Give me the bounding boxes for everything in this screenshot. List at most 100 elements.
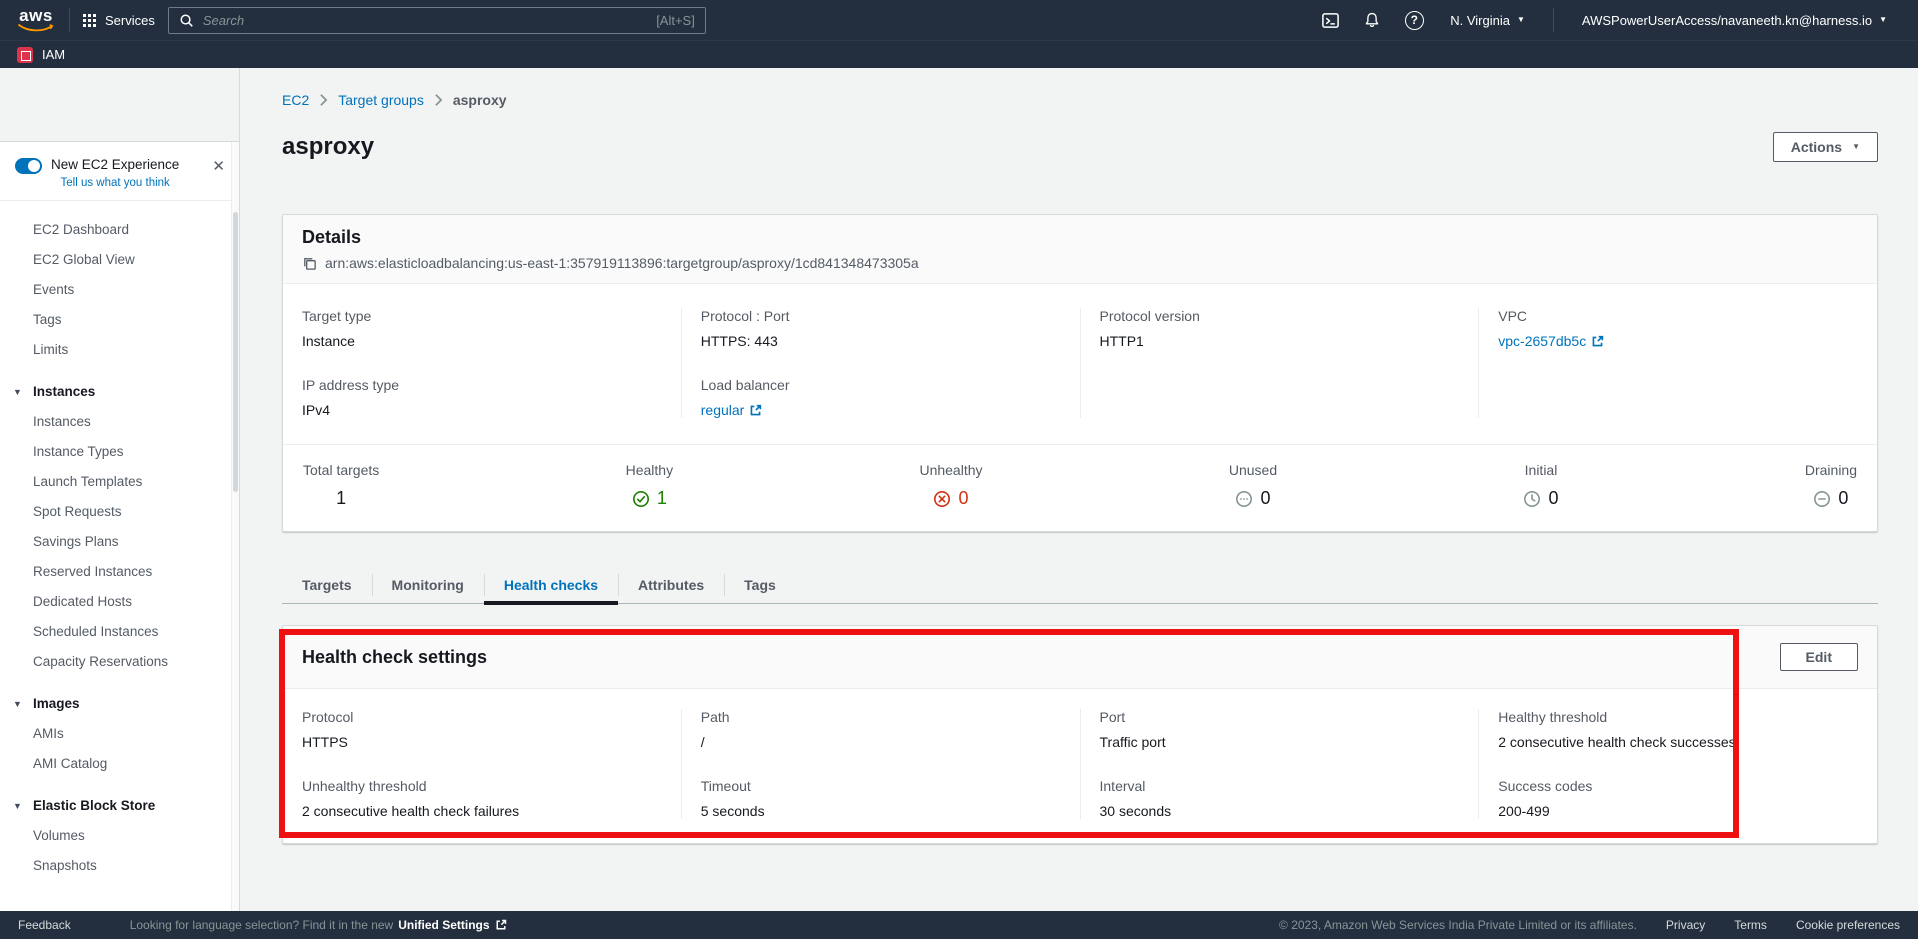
actions-button[interactable]: Actions ▼ (1773, 132, 1878, 162)
sidebar-item-dedicated-hosts[interactable]: Dedicated Hosts (0, 587, 239, 617)
hc-interval-value: 30 seconds (1100, 803, 1460, 819)
field-label: Path (701, 709, 1061, 725)
account-label: AWSPowerUserAccess/navaneeth.kn@harness.… (1582, 13, 1872, 28)
copyright-text: © 2023, Amazon Web Services India Privat… (1279, 918, 1637, 932)
health-check-settings-card: Health check settings Edit ProtocolHTTPS… (282, 625, 1878, 844)
tab-health-checks[interactable]: Health checks (484, 567, 618, 603)
ip-address-type-value: IPv4 (302, 402, 662, 418)
console-footer: Feedback Looking for language selection?… (0, 911, 1918, 939)
hc-timeout-value: 5 seconds (701, 803, 1061, 819)
stat-total-targets: Total targets 1 (303, 462, 379, 509)
sidebar-item-limits[interactable]: Limits (0, 335, 239, 365)
sidebar-section-elastic-block-store[interactable]: ▼Elastic Block Store (0, 791, 239, 821)
sidebar-nav: EC2 Dashboard EC2 Global View Events Tag… (0, 201, 239, 881)
sidebar-item-volumes[interactable]: Volumes (0, 821, 239, 851)
cookie-preferences-link[interactable]: Cookie preferences (1796, 918, 1900, 932)
services-menu-button[interactable]: Services (83, 13, 155, 28)
target-group-arn: arn:aws:elasticloadbalancing:us-east-1:3… (325, 255, 919, 271)
sidebar-item-ec2-global-view[interactable]: EC2 Global View (0, 245, 239, 275)
terms-link[interactable]: Terms (1734, 918, 1767, 932)
tab-targets[interactable]: Targets (282, 567, 372, 603)
sidebar-item-launch-templates[interactable]: Launch Templates (0, 467, 239, 497)
hc-protocol-value: HTTPS (302, 734, 662, 750)
vpc-link[interactable]: vpc-2657db5c (1498, 333, 1604, 349)
tab-monitoring[interactable]: Monitoring (372, 567, 484, 603)
sidebar-section-images[interactable]: ▼Images (0, 689, 239, 719)
details-grid: Target typeInstance IP address typeIPv4 … (283, 284, 1877, 444)
protocol-version-value: HTTP1 (1100, 333, 1460, 349)
search-input[interactable] (203, 13, 647, 28)
account-menu[interactable]: AWSPowerUserAccess/navaneeth.kn@harness.… (1567, 13, 1902, 28)
divider (1553, 8, 1554, 32)
cloudshell-button[interactable] (1309, 11, 1351, 30)
external-link-icon (749, 404, 762, 417)
sidebar-item-ec2-dashboard[interactable]: EC2 Dashboard (0, 215, 239, 245)
notifications-button[interactable] (1351, 11, 1393, 29)
aws-logo-text: aws (16, 8, 56, 24)
breadcrumb-current: asproxy (453, 92, 507, 108)
unified-settings-link[interactable]: Unified Settings (398, 918, 506, 932)
feedback-link[interactable]: Tell us what you think (51, 177, 179, 189)
close-icon[interactable]: ✕ (212, 159, 225, 174)
tab-attributes[interactable]: Attributes (618, 567, 724, 603)
hc-port-value: Traffic port (1100, 734, 1460, 750)
global-search-box[interactable]: [Alt+S] (168, 7, 706, 34)
breadcrumb-ec2[interactable]: EC2 (282, 92, 309, 108)
chevron-down-icon: ▼ (1852, 143, 1860, 151)
divider (69, 8, 70, 32)
stat-unhealthy: Unhealthy 0 (919, 462, 982, 509)
feedback-button[interactable]: Feedback (18, 918, 71, 932)
field-label: Success codes (1498, 778, 1858, 794)
tab-tags[interactable]: Tags (724, 567, 796, 603)
stat-draining: Draining 0 (1805, 462, 1857, 509)
hc-unhealthy-threshold-value: 2 consecutive health check failures (302, 803, 662, 819)
sidebar-section-instances[interactable]: ▼Instances (0, 377, 239, 407)
sidebar-item-instances[interactable]: Instances (0, 407, 239, 437)
stat-unused: Unused 0 (1229, 462, 1277, 509)
region-selector[interactable]: N. Virginia ▼ (1435, 13, 1540, 28)
sidebar-item-savings-plans[interactable]: Savings Plans (0, 527, 239, 557)
sidebar-item-reserved-instances[interactable]: Reserved Instances (0, 557, 239, 587)
sidebar-item-events[interactable]: Events (0, 275, 239, 305)
check-circle-icon (632, 490, 650, 508)
new-experience-toggle[interactable] (15, 158, 42, 174)
edit-button[interactable]: Edit (1780, 643, 1858, 671)
sidebar-scrollbar[interactable] (231, 142, 239, 911)
sidebar-item-spot-requests[interactable]: Spot Requests (0, 497, 239, 527)
external-link-icon (495, 919, 507, 931)
field-label: Protocol version (1100, 308, 1460, 324)
health-check-heading: Health check settings (302, 647, 487, 668)
sidebar-item-scheduled-instances[interactable]: Scheduled Instances (0, 617, 239, 647)
field-label: VPC (1498, 308, 1858, 324)
sidebar-item-amis[interactable]: AMIs (0, 719, 239, 749)
load-balancer-link[interactable]: regular (701, 402, 763, 418)
favorites-bar: IAM (0, 40, 1918, 68)
x-circle-icon (933, 490, 951, 508)
copy-icon[interactable] (302, 256, 317, 271)
sidebar-item-tags[interactable]: Tags (0, 305, 239, 335)
bell-icon (1363, 11, 1381, 29)
field-label: Load balancer (701, 377, 1061, 393)
hc-healthy-threshold-value: 2 consecutive health check successes (1498, 734, 1858, 750)
clock-circle-icon (1523, 490, 1541, 508)
help-button[interactable]: ? (1393, 11, 1435, 30)
protocol-port-value: HTTPS: 443 (701, 333, 1061, 349)
top-navigation-bar: aws Services [Alt+S] ? N. Virginia (0, 0, 1918, 68)
aws-logo[interactable]: aws (16, 8, 56, 32)
cloudshell-terminal-icon (1321, 11, 1340, 30)
breadcrumb-target-groups[interactable]: Target groups (338, 92, 424, 108)
ec2-sidebar: New EC2 Experience Tell us what you thin… (0, 68, 240, 911)
health-check-card-header: Health check settings Edit (283, 626, 1877, 689)
target-type-value: Instance (302, 333, 662, 349)
sidebar-item-snapshots[interactable]: Snapshots (0, 851, 239, 881)
privacy-link[interactable]: Privacy (1666, 918, 1705, 932)
sidebar-item-ami-catalog[interactable]: AMI Catalog (0, 749, 239, 779)
sidebar-item-capacity-reservations[interactable]: Capacity Reservations (0, 647, 239, 677)
section-collapse-icon: ▼ (13, 377, 22, 407)
favorite-iam-link[interactable]: IAM (17, 47, 65, 63)
section-collapse-icon: ▼ (13, 689, 22, 719)
iam-service-icon (17, 47, 33, 63)
page-title: asproxy (282, 133, 374, 161)
sidebar-item-instance-types[interactable]: Instance Types (0, 437, 239, 467)
scrollbar-thumb[interactable] (233, 212, 238, 492)
